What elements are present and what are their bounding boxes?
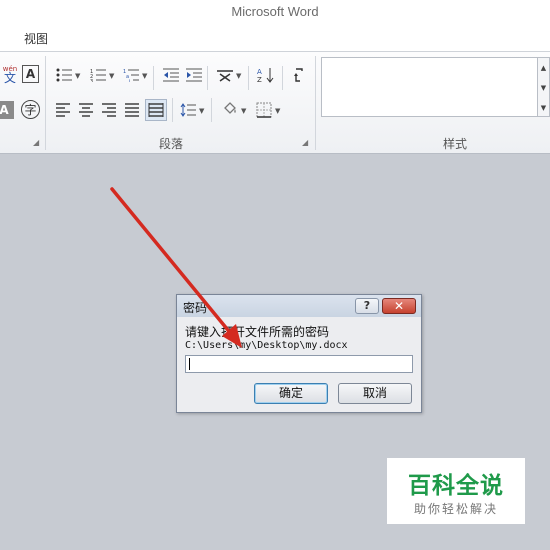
- toolbar-separator: [282, 66, 283, 90]
- sort-icon[interactable]: AZ: [256, 65, 276, 85]
- enclose-characters-char: 字: [24, 103, 37, 117]
- toolbar-separator: [172, 98, 173, 122]
- line-spacing-dropdown-icon[interactable]: ▼: [199, 107, 204, 115]
- close-button[interactable]: ✕: [382, 298, 416, 314]
- file-path: C:\Users\my\Desktop\my.docx: [185, 340, 348, 351]
- character-shading-button[interactable]: A: [0, 101, 14, 119]
- cancel-button[interactable]: 取消: [338, 383, 412, 404]
- multilevel-list-icon[interactable]: 1ai: [121, 65, 141, 85]
- svg-text:i: i: [129, 79, 130, 82]
- character-border-button[interactable]: A: [22, 65, 39, 83]
- multilevel-list-dropdown-icon[interactable]: ▼: [142, 72, 147, 80]
- toolbar-separator: [153, 66, 154, 90]
- chinese-layout-icon[interactable]: [215, 65, 235, 85]
- ok-button[interactable]: 确定: [254, 383, 328, 404]
- show-formatting-marks-icon[interactable]: [289, 65, 309, 85]
- ribbon: wén 文 A A 字 ◢ ▼ 123 ▼ 1ai ▼ ▼ AZ ▼ ▼ ▼ 段…: [0, 52, 550, 154]
- styles-more-icon[interactable]: ▼: [538, 98, 549, 118]
- svg-text:Z: Z: [257, 76, 262, 83]
- toolbar-separator: [248, 66, 249, 90]
- align-center-icon[interactable]: [76, 100, 96, 120]
- styles-group-label: 样式: [443, 137, 468, 151]
- group-separator: [315, 56, 316, 150]
- password-prompt: 请键入打开文件所需的密码: [185, 325, 330, 339]
- chinese-layout-dropdown-icon[interactable]: ▼: [236, 72, 241, 80]
- toolbar-separator: [211, 98, 212, 122]
- bullets-icon[interactable]: [54, 65, 74, 85]
- shading-bucket-icon[interactable]: [220, 100, 240, 120]
- styles-scroll-down-icon[interactable]: ▼: [538, 78, 549, 98]
- watermark-logo: 百科全说 助你轻松解决: [387, 458, 525, 524]
- distributed-align-icon[interactable]: [145, 99, 167, 121]
- align-right-icon[interactable]: [99, 100, 119, 120]
- tab-view[interactable]: 视图: [24, 30, 48, 47]
- numbering-icon[interactable]: 123: [88, 65, 108, 85]
- watermark-title: 百科全说: [408, 473, 504, 499]
- character-border-letter: A: [25, 67, 36, 81]
- borders-icon[interactable]: [254, 100, 274, 120]
- paragraph-group-label: 段落: [159, 137, 184, 151]
- phonetic-guide-char: 文: [3, 71, 16, 85]
- window-titlebar: Microsoft Word: [0, 0, 550, 24]
- font-dialog-launcher-icon[interactable]: ◢: [33, 138, 39, 147]
- window-title: Microsoft Word: [231, 4, 319, 19]
- borders-dropdown-icon[interactable]: ▼: [275, 107, 280, 115]
- dialog-title: 密码: [183, 301, 208, 315]
- character-shading-letter: A: [0, 103, 9, 117]
- styles-gallery-scroll[interactable]: ▲ ▼ ▼: [538, 57, 550, 117]
- align-left-icon[interactable]: [53, 100, 73, 120]
- justify-icon[interactable]: [122, 100, 142, 120]
- numbering-dropdown-icon[interactable]: ▼: [109, 72, 114, 80]
- help-button[interactable]: ?: [355, 298, 379, 314]
- styles-scroll-up-icon[interactable]: ▲: [538, 58, 549, 78]
- bullets-dropdown-icon[interactable]: ▼: [75, 72, 80, 80]
- svg-text:3: 3: [90, 79, 93, 82]
- line-spacing-icon[interactable]: [178, 100, 198, 120]
- enclose-characters-button[interactable]: 字: [21, 100, 40, 119]
- group-separator: [45, 56, 46, 150]
- svg-text:A: A: [257, 68, 262, 76]
- password-input[interactable]: [185, 355, 413, 373]
- shading-dropdown-icon[interactable]: ▼: [241, 107, 246, 115]
- phonetic-guide-button[interactable]: wén 文: [0, 64, 20, 84]
- text-cursor: [189, 358, 190, 370]
- decrease-indent-icon[interactable]: [161, 65, 181, 85]
- dialog-titlebar[interactable]: 密码 ? ✕: [177, 295, 421, 317]
- toolbar-separator: [207, 66, 208, 90]
- increase-indent-icon[interactable]: [184, 65, 204, 85]
- ribbon-tab-row: 视图: [0, 24, 550, 52]
- paragraph-dialog-launcher-icon[interactable]: ◢: [302, 138, 308, 147]
- styles-gallery[interactable]: [321, 57, 538, 117]
- watermark-subtitle: 助你轻松解决: [413, 502, 498, 516]
- password-dialog: 密码 ? ✕ 请键入打开文件所需的密码 C:\Users\my\Desktop\…: [176, 294, 422, 413]
